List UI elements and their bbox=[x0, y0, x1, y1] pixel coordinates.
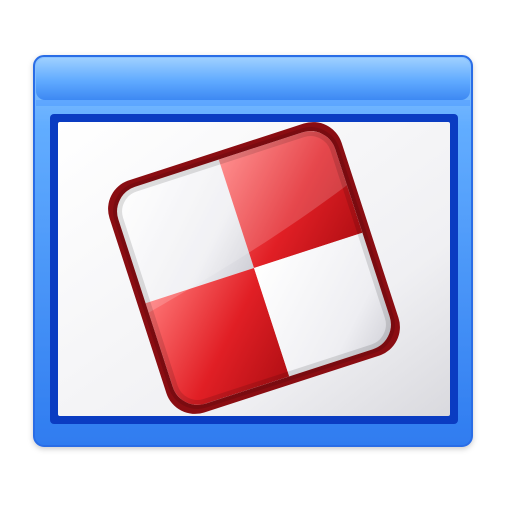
title-bar bbox=[36, 58, 470, 100]
app-icon bbox=[0, 0, 512, 512]
window-icon bbox=[33, 55, 473, 447]
